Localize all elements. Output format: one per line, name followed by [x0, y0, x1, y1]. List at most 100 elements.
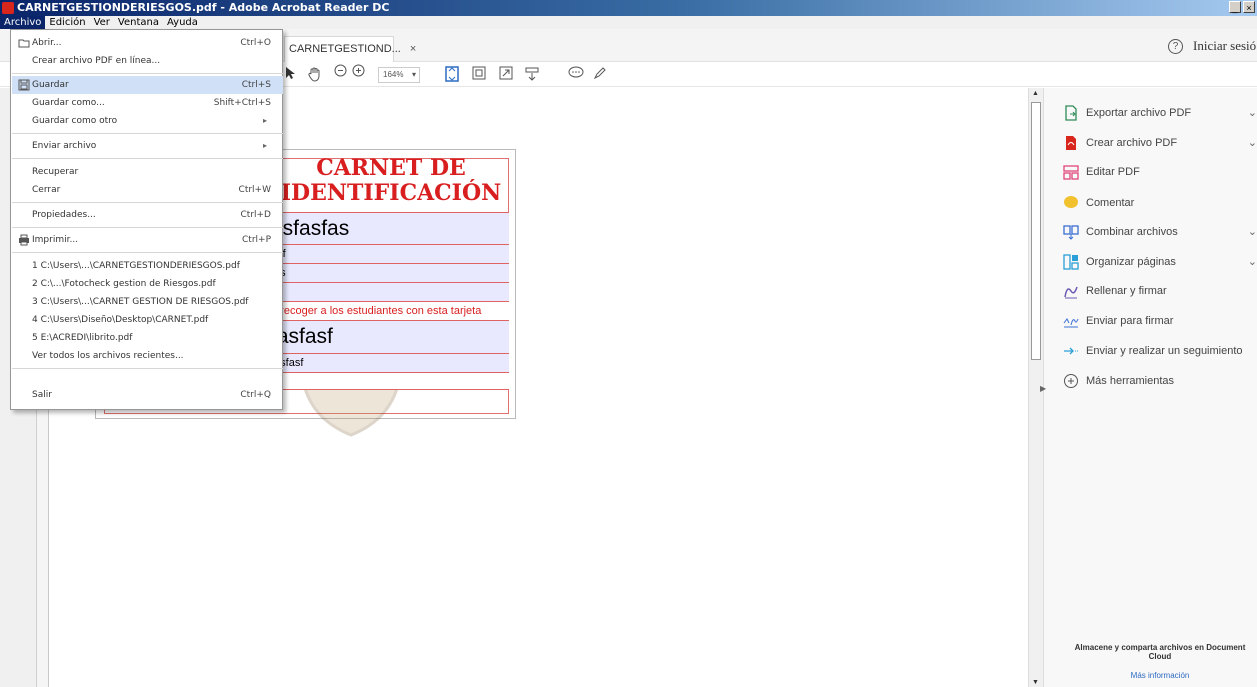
menu-item-ver-recientes[interactable]: Ver todos los archivos recientes... [12, 347, 283, 365]
zoom-level-value: 164% [383, 70, 404, 79]
menu-item-label: Enviar archivo [32, 141, 97, 151]
help-icon[interactable]: ? [1168, 39, 1183, 54]
tool-exportar-pdf[interactable]: Exportar archivo PDF ⌄ [1063, 103, 1257, 123]
chevron-down-icon[interactable]: ⌄ [1248, 252, 1257, 272]
card-title: CARNET DE IDENTIFICACIÓN [266, 156, 516, 206]
fullscreen-icon[interactable] [499, 66, 513, 84]
menu-item-enviar-archivo[interactable]: Enviar archivo ▸ [12, 137, 283, 155]
tool-label: Más herramientas [1086, 375, 1175, 387]
menu-item-label: Guardar como otro [32, 116, 118, 126]
tool-label: Enviar y realizar un seguimiento [1086, 345, 1243, 357]
scrollbar-thumb[interactable] [1031, 102, 1041, 360]
tool-comentar[interactable]: Comentar [1063, 193, 1257, 213]
recent-file-5[interactable]: 5 E:\ACREDI\librito.pdf [12, 329, 283, 347]
fit-page-icon[interactable] [445, 66, 459, 84]
chevron-down-icon[interactable]: ⌄ [1248, 103, 1257, 123]
tool-crear-pdf[interactable]: Crear archivo PDF ⌄ [1063, 133, 1257, 153]
chevron-down-icon: ▾ [411, 70, 416, 79]
menu-separator [12, 73, 283, 74]
collapse-panel-icon[interactable]: ▶ [1040, 384, 1046, 393]
menu-separator [12, 252, 283, 253]
menu-item-guardar-como-otro[interactable]: Guardar como otro ▸ [12, 112, 283, 130]
menu-archivo[interactable]: Archivo [0, 16, 46, 29]
tool-rellenar-firmar[interactable]: Rellenar y firmar [1063, 281, 1257, 301]
menu-edicion[interactable]: Edición [45, 16, 89, 29]
menu-item-label: Ver todos los archivos recientes... [32, 351, 184, 361]
open-folder-icon [18, 39, 30, 48]
menu-item-label: Imprimir... [32, 235, 79, 245]
menu-separator [12, 133, 283, 134]
tool-label: Crear archivo PDF [1086, 137, 1178, 149]
highlight-pen-icon[interactable] [593, 66, 607, 84]
page-view-icon[interactable] [472, 66, 486, 84]
minimize-button[interactable]: _ [1229, 1, 1241, 13]
menu-item-label: Salir [32, 390, 52, 400]
menu-item-label: 4 C:\Users\Diseño\Desktop\CARNET.pdf [32, 315, 209, 325]
hand-tool-icon[interactable] [307, 66, 323, 84]
comment-toolbar-icon[interactable] [568, 66, 584, 84]
send-sign-icon [1063, 318, 1079, 328]
menu-ver[interactable]: Ver [90, 16, 114, 29]
chevron-down-icon[interactable]: ⌄ [1248, 222, 1257, 242]
scroll-up-icon[interactable]: ▲ [1032, 90, 1039, 97]
read-mode-icon[interactable] [525, 66, 539, 84]
recent-file-3[interactable]: 3 C:\Users\...\CARNET GESTION DE RIESGOS… [12, 293, 283, 311]
tool-enviar-firmar[interactable]: Enviar para firmar [1063, 311, 1257, 331]
menu-item-shortcut: Ctrl+P [242, 235, 271, 245]
tool-label: Enviar para firmar [1086, 315, 1174, 327]
scroll-down-icon[interactable]: ▼ [1032, 679, 1039, 686]
tool-organizar-paginas[interactable]: Organizar páginas ⌄ [1063, 252, 1257, 272]
menu-item-abrir[interactable]: Abrir... Ctrl+O [12, 34, 283, 52]
tool-label: Rellenar y firmar [1086, 285, 1167, 297]
tool-editar-pdf[interactable]: Editar PDF [1063, 162, 1257, 182]
chevron-down-icon[interactable]: ⌄ [1248, 133, 1257, 153]
menu-item-shortcut: Ctrl+Q [240, 390, 271, 400]
close-window-button[interactable]: × [1243, 1, 1255, 13]
file-menu-dropdown: Abrir... Ctrl+O Crear archivo PDF en lín… [10, 29, 283, 410]
menu-item-recuperar[interactable]: Recuperar [12, 163, 283, 181]
recent-file-4[interactable]: 4 C:\Users\Diseño\Desktop\CARNET.pdf [12, 311, 283, 329]
tool-label: Editar PDF [1086, 166, 1140, 178]
menu-separator [12, 158, 283, 159]
menu-item-shortcut: Shift+Ctrl+S [213, 98, 271, 108]
menu-ayuda[interactable]: Ayuda [163, 16, 202, 29]
menu-item-shortcut: Ctrl+O [240, 38, 271, 48]
select-cursor-icon[interactable] [284, 66, 296, 84]
menu-item-guardar-como[interactable]: Guardar como... Shift+Ctrl+S [12, 94, 283, 112]
menu-item-label: Cerrar [32, 185, 61, 195]
tool-mas-herramientas[interactable]: Más herramientas [1063, 371, 1257, 391]
card-title-line2: IDENTIFICACIÓN [280, 180, 502, 206]
tool-enviar-seguimiento[interactable]: Enviar y realizar un seguimiento [1063, 341, 1257, 361]
card-title-line1: CARNET DE [316, 155, 466, 181]
menu-item-salir[interactable]: Salir Ctrl+Q [12, 386, 283, 404]
signin-link[interactable]: Iniciar sesió [1193, 38, 1256, 54]
save-disk-icon [18, 79, 30, 91]
recent-file-1[interactable]: 1 C:\Users\...\CARNETGESTIONDERIESGOS.pd… [12, 257, 283, 275]
zoom-in-icon[interactable] [352, 64, 365, 82]
menu-ventana[interactable]: Ventana [114, 16, 163, 29]
menu-item-imprimir[interactable]: Imprimir... Ctrl+P [12, 231, 283, 249]
menu-item-label: 1 C:\Users\...\CARNETGESTIONDERIESGOS.pd… [32, 261, 240, 271]
more-info-link[interactable]: Más información [1063, 671, 1257, 680]
menu-item-cerrar[interactable]: Cerrar Ctrl+W [12, 181, 283, 199]
more-tools-icon [1064, 374, 1078, 388]
menu-separator [12, 202, 283, 203]
menu-item-guardar[interactable]: Guardar Ctrl+S [12, 76, 283, 94]
close-tab-icon[interactable]: × [410, 43, 416, 55]
tool-label: Organizar páginas [1086, 256, 1176, 268]
send-track-icon [1064, 347, 1078, 355]
window-title: CARNETGESTIONDERIESGOS.pdf - Adobe Acrob… [17, 1, 390, 14]
zoom-out-icon[interactable] [334, 64, 347, 82]
edit-pdf-icon [1063, 165, 1079, 180]
comment-icon [1064, 196, 1078, 208]
title-bar: CARNETGESTIONDERIESGOS.pdf - Adobe Acrob… [0, 0, 1257, 16]
zoom-level-select[interactable]: 164% ▾ [378, 67, 420, 83]
tool-combinar-archivos[interactable]: Combinar archivos ⌄ [1063, 222, 1257, 242]
document-tab[interactable]: CARNETGESTIOND... × [284, 36, 416, 62]
menu-item-propiedades[interactable]: Propiedades... Ctrl+D [12, 206, 283, 224]
recent-file-2[interactable]: 2 C:\...\Fotocheck gestion de Riesgos.pd… [12, 275, 283, 293]
menu-item-label: Abrir... [32, 38, 62, 48]
menu-item-label: 2 C:\...\Fotocheck gestion de Riesgos.pd… [32, 279, 216, 289]
menu-item-crear-pdf-linea[interactable]: Crear archivo PDF en línea... [12, 52, 283, 70]
document-tab-label: CARNETGESTIOND... [289, 43, 401, 55]
